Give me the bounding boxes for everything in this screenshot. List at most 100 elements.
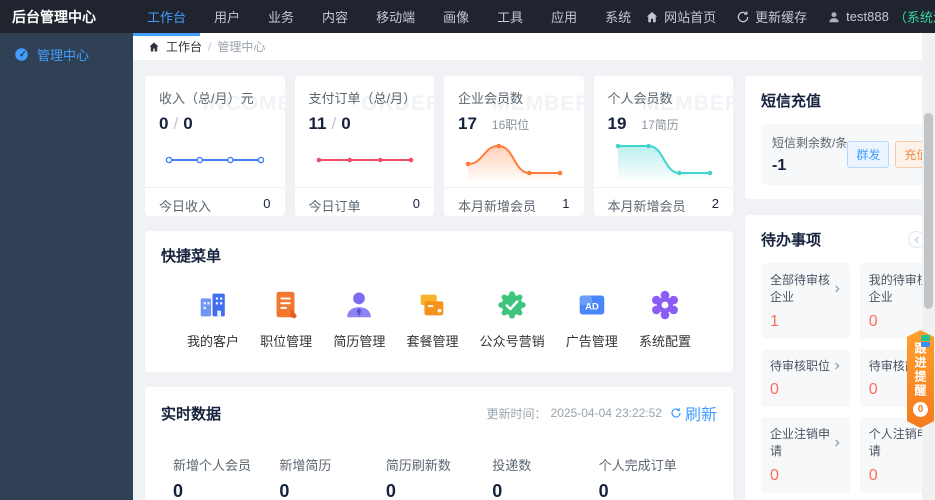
right-column: 短信充值 短信剩余数/条 -1 群发 充值 待办事项 bbox=[745, 76, 922, 500]
realtime-stat-new-resumes: 新增简历 0 昨日：0 bbox=[279, 458, 332, 500]
package-icon bbox=[415, 288, 449, 322]
stat-card-title: 企业会员数 bbox=[458, 91, 524, 106]
breadcrumb-home[interactable]: 工作台 bbox=[166, 38, 202, 55]
quick-item-resume-management[interactable]: 简历管理 bbox=[333, 288, 385, 350]
quick-item-official-account-marketing[interactable]: 公众号营销 bbox=[480, 288, 545, 350]
user-avatar-icon bbox=[827, 10, 841, 24]
stats-row: INCOME 收入（总/月）元 0/0 今日收入 0 ORDER 支付订单（总/月… bbox=[145, 76, 733, 216]
todo-item-enterprise-cancellation[interactable]: 企业注销申请 0 bbox=[761, 417, 850, 493]
todo-title: 待办事项 bbox=[761, 232, 822, 249]
quick-item-ad-management[interactable]: AD 广告管理 bbox=[566, 288, 618, 350]
sidebar-item-management-center[interactable]: 管理中心 bbox=[0, 33, 133, 75]
todo-header: 待办事项 bbox=[761, 229, 922, 250]
refresh-cache-link[interactable]: 更新缓存 bbox=[736, 7, 807, 26]
quick-menu-title: 快捷菜单 bbox=[161, 248, 222, 265]
sidebar: 管理中心 bbox=[0, 33, 133, 500]
stat-card-paid-orders[interactable]: ORDER 支付订单（总/月） 11/0 今日订单 0 bbox=[294, 76, 434, 216]
realtime-header: 实时数据 更新时间： 2025-04-04 23:22:52 刷新 bbox=[161, 401, 717, 425]
app-logo: 后台管理中心 bbox=[12, 8, 96, 25]
quick-menu-items: 我的客户 职位管理 简历管理 套餐管理 公众号营销 AD 广告管理 系统配置 bbox=[161, 266, 717, 358]
todo-item-pending-jobs[interactable]: 待审核职位 0 bbox=[761, 348, 850, 408]
realtime-title: 实时数据 bbox=[161, 405, 222, 423]
nav-item-business[interactable]: 业务 bbox=[254, 0, 308, 33]
quick-item-label: 公众号营销 bbox=[479, 334, 545, 349]
quick-item-label: 套餐管理 bbox=[406, 334, 459, 349]
realtime-refresh-button[interactable]: 刷新 bbox=[670, 401, 717, 425]
realtime-stat-new-personal-members: 新增个人会员 0 昨日：0 bbox=[173, 458, 252, 500]
todo-grid: 全部待审核企业 1 我的待审核企业 0 待审核职位 0 待审核简历 0 bbox=[761, 263, 922, 493]
sms-buttons: 群发 充值 bbox=[847, 141, 922, 168]
stat-card-enterprise-members[interactable]: MEMBER 企业会员数 17 16职位 本月新增会员 1 bbox=[444, 76, 584, 216]
sidebar-item-label: 管理中心 bbox=[37, 47, 90, 63]
stat-card-footer: 今日订单 0 bbox=[294, 187, 434, 216]
follow-up-reminder-tab[interactable]: 跟进提醒 0 bbox=[907, 330, 934, 428]
todo-panel: 待办事项 全部待审核企业 1 我的待审 企业 0 待审核职位 0 待审核 0 企… bbox=[745, 215, 922, 500]
todo-item-personal-cancellation[interactable]: 个人注销申请 0 bbox=[859, 417, 922, 493]
quick-item-job-management[interactable]: 职位管理 bbox=[260, 288, 312, 350]
stat-card-value: 11/0 bbox=[308, 114, 351, 133]
breadcrumb: 工作台 / 管理中心 bbox=[133, 33, 922, 61]
quick-item-package-management[interactable]: 套餐管理 bbox=[406, 288, 458, 350]
nav-item-workbench[interactable]: 工作台 bbox=[133, 0, 201, 36]
stat-card-income[interactable]: INCOME 收入（总/月）元 0/0 今日收入 0 bbox=[145, 76, 285, 216]
todo-pagination-arrows bbox=[908, 231, 922, 248]
group-send-button[interactable]: 群发 bbox=[847, 141, 890, 168]
main-area: 工作台 / 管理中心 INCOME 收入（总/月）元 0/0 今日收入 0 OR… bbox=[133, 33, 922, 500]
ribbon-green-accent bbox=[921, 335, 930, 341]
nav-item-system[interactable]: 系统 bbox=[591, 0, 645, 33]
recharge-button[interactable]: 充值 bbox=[895, 141, 922, 168]
ad-icon: AD bbox=[575, 288, 609, 322]
top-header: 后台管理中心 工作台 用户 业务 内容 移动端 画像 工具 应用 系统 网站首页… bbox=[0, 0, 935, 36]
nav-item-content[interactable]: 内容 bbox=[308, 0, 362, 33]
site-home-link[interactable]: 网站首页 bbox=[645, 7, 716, 26]
quick-item-my-customers[interactable]: 我的客户 bbox=[187, 288, 239, 350]
realtime-columns: 新增个人会员 0 昨日：0 新增简历 0 昨日：0 简历刷新数 0 昨日：0 bbox=[161, 425, 717, 500]
breadcrumb-home-icon bbox=[148, 41, 160, 53]
personal-members-sparkline-chart bbox=[608, 138, 720, 182]
document-edit-icon bbox=[269, 288, 303, 322]
stat-card-personal-members[interactable]: MEMBER 个人会员数 19 17简历 本月新增会员 2 bbox=[593, 76, 733, 216]
sms-title: 短信充值 bbox=[761, 93, 822, 110]
chevron-right-icon bbox=[833, 285, 841, 293]
todo-prev-button[interactable] bbox=[908, 231, 922, 248]
refresh-icon bbox=[736, 10, 750, 24]
stat-card-value: 0/0 bbox=[159, 114, 193, 133]
quick-item-label: 系统配置 bbox=[638, 334, 691, 349]
quick-menu-panel: 快捷菜单 我的客户 职位管理 简历管理 套餐管理 公众号营销 AD 广告管理 系… bbox=[145, 231, 733, 372]
todo-item-my-pending-enterprises[interactable]: 我的待审核企业 0 bbox=[859, 263, 922, 339]
nav-item-users[interactable]: 用户 bbox=[200, 0, 254, 33]
realtime-panel: 实时数据 更新时间：2025-04-04 23:22:52 刷新 新增个人会员 bbox=[145, 387, 733, 500]
nav-item-mobile[interactable]: 移动端 bbox=[362, 0, 429, 33]
nav-item-portrait[interactable]: 画像 bbox=[429, 0, 483, 33]
ribbon-count-badge: 0 bbox=[913, 401, 928, 417]
breadcrumb-current: 管理中心 bbox=[217, 40, 266, 54]
user-menu[interactable]: test888 （系统演示） bbox=[827, 7, 935, 26]
username-label: test888 bbox=[846, 9, 889, 24]
quick-item-system-config[interactable]: 系统配置 bbox=[639, 288, 691, 350]
quick-item-label: 简历管理 bbox=[333, 334, 386, 349]
enterprise-members-sparkline-chart bbox=[458, 138, 570, 182]
svg-text:AD: AD bbox=[585, 301, 599, 312]
todo-pagination-dots bbox=[761, 493, 922, 500]
realtime-updated: 更新时间： 2025-04-04 23:22:52 bbox=[486, 406, 662, 421]
user-tag-label: （系统演示） bbox=[893, 10, 935, 25]
site-home-label: 网站首页 bbox=[664, 10, 717, 25]
sms-balance-value: -1 bbox=[772, 157, 787, 174]
home-icon bbox=[645, 10, 659, 24]
nav-item-tools[interactable]: 工具 bbox=[483, 0, 537, 33]
breadcrumb-separator: / bbox=[208, 39, 212, 54]
badge-check-icon bbox=[495, 288, 529, 322]
todo-item-all-pending-enterprises[interactable]: 全部待审核企业 1 bbox=[761, 263, 850, 339]
orders-sparkline-chart bbox=[309, 138, 421, 182]
header-right: 网站首页 更新缓存 test888 （系统演示） bbox=[645, 7, 935, 26]
scrollbar-thumb[interactable] bbox=[924, 113, 933, 309]
sms-balance: 短信剩余数/条 -1 bbox=[772, 134, 847, 175]
chevron-right-icon bbox=[833, 439, 841, 447]
person-icon bbox=[342, 288, 376, 322]
ribbon-blue-accent bbox=[921, 342, 930, 347]
nav-item-apps[interactable]: 应用 bbox=[537, 0, 591, 33]
page-scrollbar[interactable] bbox=[922, 33, 935, 500]
stat-card-value: 17 16职位 bbox=[458, 114, 530, 133]
quick-item-label: 广告管理 bbox=[565, 334, 618, 349]
stat-card-footer: 本月新增会员 1 bbox=[444, 187, 584, 216]
